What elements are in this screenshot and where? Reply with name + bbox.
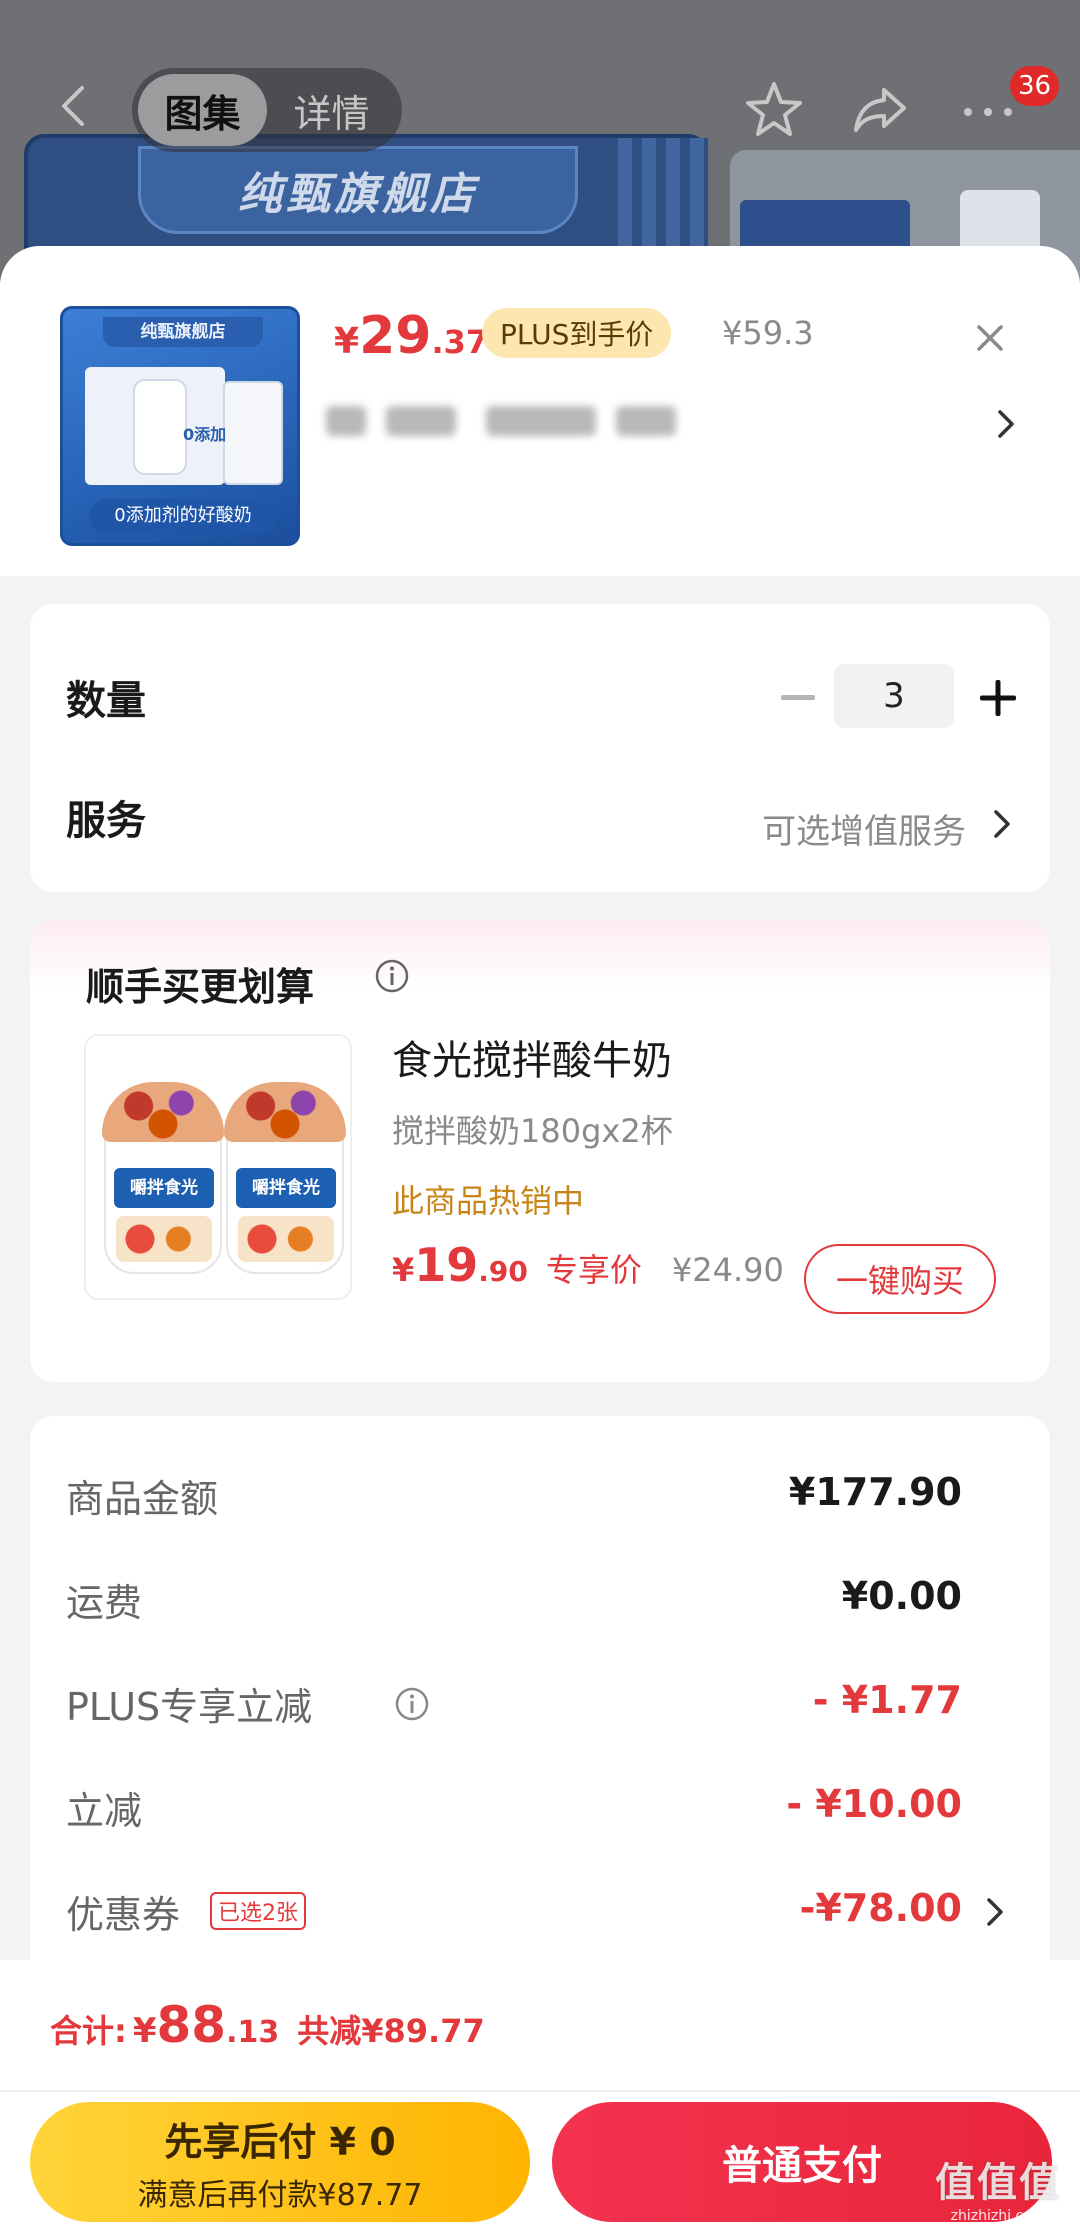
summary-row-plus-discount: PLUS专享立减 - ¥1.77 — [66, 1678, 962, 1729]
plus-icon — [980, 680, 1016, 716]
addon-original-price: ¥24.90 — [671, 1251, 784, 1289]
info-icon[interactable] — [374, 958, 416, 1000]
message-count-badge: 36 — [1010, 66, 1060, 106]
minus-icon — [781, 695, 815, 700]
chevron-right-icon[interactable] — [990, 806, 1014, 842]
close-icon[interactable] — [964, 312, 1016, 364]
product-thumbnail[interactable]: 纯甄旗舰店 0添加 0添加剂的好酸奶 — [60, 306, 300, 546]
image-detail-tabs: 图集 详情 — [132, 68, 402, 152]
quantity-increase-button[interactable] — [970, 670, 1026, 726]
service-label: 服务 — [66, 798, 146, 844]
selected-spec-blurred[interactable] — [326, 394, 686, 450]
addon-price: ¥ 19 .90 专享价 ¥24.90 — [392, 1238, 784, 1292]
site-watermark: 值值值 zhizhizhi.com — [935, 2160, 1061, 2224]
addon-product-image[interactable]: 嚼拌食光 嚼拌食光 — [84, 1034, 352, 1300]
thumbnail-badge: 0添加 — [183, 425, 227, 444]
chevron-right-icon[interactable] — [984, 1894, 1006, 1930]
addon-product-spec: 搅拌酸奶180gx2杯 — [392, 1112, 673, 1150]
product-header: 纯甄旗舰店 0添加 0添加剂的好酸奶 ¥ 29 .37 PLUS到手价 ¥59.… — [0, 246, 1080, 576]
tab-gallery[interactable]: 图集 — [138, 74, 267, 146]
quantity-service-card: 数量 3 服务 可选增值服务 — [30, 604, 1050, 892]
tab-details[interactable]: 详情 — [267, 74, 396, 146]
summary-row-coupon[interactable]: 优惠券 已选2张 -¥78.00 — [66, 1884, 1016, 1944]
chevron-right-icon[interactable] — [994, 406, 1018, 442]
one-click-buy-button[interactable]: 一键购买 — [804, 1244, 996, 1314]
back-icon[interactable] — [54, 84, 98, 128]
total-reduction: 共减¥89.77 — [297, 2012, 485, 2050]
order-total: 合计: ¥ 88 .13 共减¥89.77 — [50, 1996, 485, 2054]
coupon-selected-tag: 已选2张 — [210, 1892, 306, 1930]
summary-row-subtotal: 商品金额 ¥177.90 — [66, 1470, 962, 1521]
addon-price-tag: 专享价 — [545, 1251, 642, 1289]
quantity-label: 数量 — [66, 678, 146, 724]
addon-title: 顺手买更划算 — [86, 965, 315, 1009]
product-price: ¥ 29 .37 — [334, 306, 489, 366]
summary-row-shipping: 运费 ¥0.00 — [66, 1574, 962, 1625]
checkout-footer: 合计: ¥ 88 .13 共减¥89.77 先享后付 ¥ 0 满意后再付款¥87… — [0, 1960, 1080, 2235]
quantity-input[interactable]: 3 — [834, 664, 954, 728]
addon-recommendation-card: 顺手买更划算 嚼拌食光 嚼拌食光 食光搅拌酸牛奶 搅拌酸奶180gx2杯 此商品… — [30, 920, 1050, 1382]
original-price: ¥59.3 — [722, 314, 814, 352]
share-icon[interactable] — [848, 78, 912, 142]
quantity-decrease-button[interactable] — [770, 670, 826, 726]
summary-row-instant-discount: 立减 - ¥10.00 — [66, 1782, 962, 1833]
addon-hot-label: 此商品热销中 — [392, 1182, 585, 1220]
thumbnail-store-label: 纯甄旗舰店 — [103, 317, 263, 347]
thumbnail-caption: 0添加剂的好酸奶 — [89, 499, 277, 533]
plus-price-tag: PLUS到手价 — [482, 308, 672, 358]
info-icon[interactable] — [394, 1686, 432, 1724]
pay-later-button[interactable]: 先享后付 ¥ 0 满意后再付款¥87.77 — [30, 2102, 530, 2222]
addon-product-name[interactable]: 食光搅拌酸牛奶 — [392, 1028, 672, 1086]
star-icon[interactable] — [742, 78, 806, 142]
purchase-sheet: 纯甄旗舰店 0添加 0添加剂的好酸奶 ¥ 29 .37 PLUS到手价 ¥59.… — [0, 246, 1080, 2235]
store-banner-title: 纯甄旗舰店 — [238, 169, 478, 220]
price-summary-card: 商品金额 ¥177.90 运费 ¥0.00 PLUS专享立减 - ¥1.77 立… — [30, 1416, 1050, 2016]
service-option[interactable]: 可选增值服务 — [762, 804, 966, 853]
